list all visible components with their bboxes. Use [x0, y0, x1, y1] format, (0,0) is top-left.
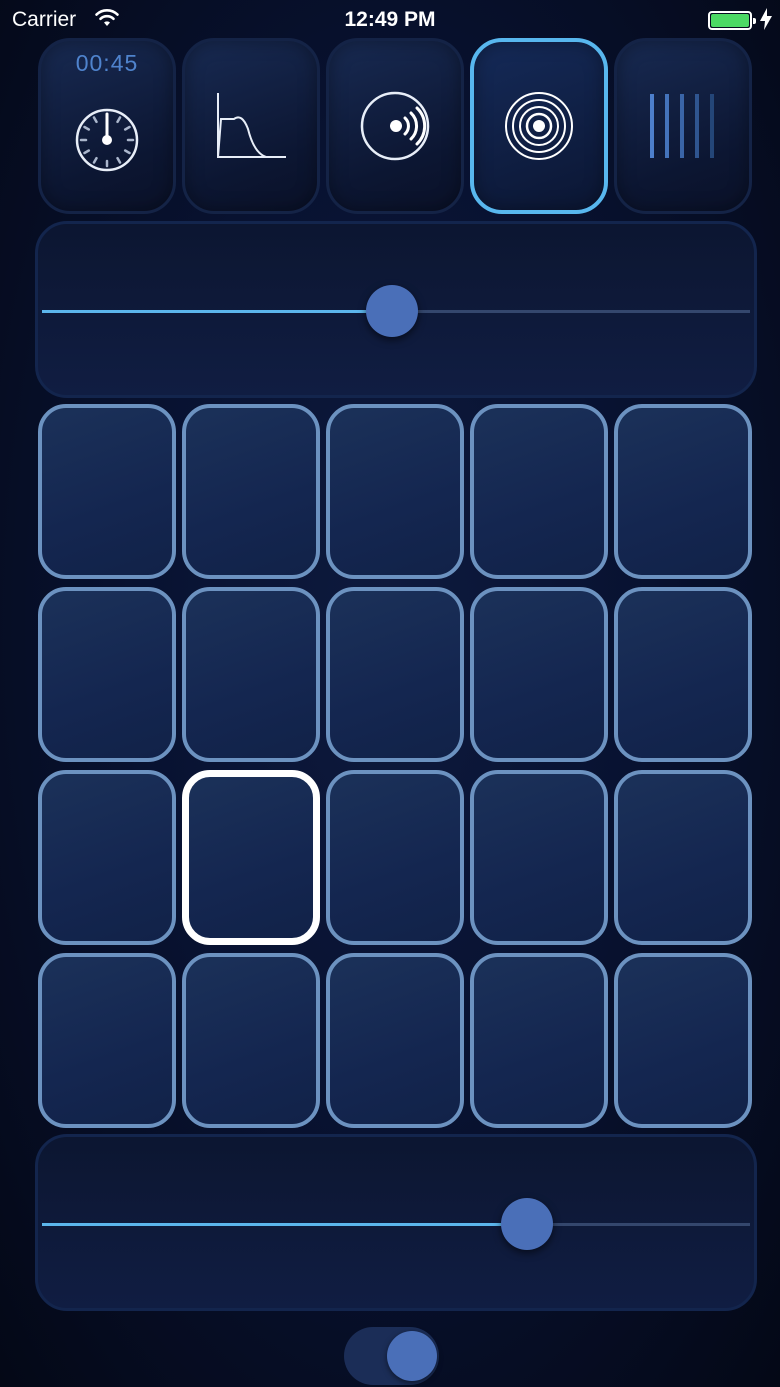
- status-bar: Carrier 12:49 PM: [0, 0, 780, 40]
- vertical-bars-icon: [650, 94, 714, 158]
- mode-button-bars[interactable]: [614, 38, 752, 214]
- stopwatch-icon: [75, 108, 139, 171]
- top-slider-panel: [35, 221, 757, 398]
- pad-r4-c5[interactable]: [614, 953, 752, 1128]
- pad-r2-c2[interactable]: [182, 587, 320, 762]
- toggle-switch[interactable]: [344, 1327, 439, 1385]
- mode-selector: 00:45: [38, 38, 754, 216]
- mode-button-target[interactable]: [470, 38, 608, 214]
- pad-r4-c2[interactable]: [182, 953, 320, 1128]
- pad-r2-c4[interactable]: [470, 587, 608, 762]
- pad-r3-c3[interactable]: [326, 770, 464, 945]
- charging-bolt-icon: [760, 8, 772, 30]
- sound-waves-icon: [360, 91, 430, 161]
- status-time: 12:49 PM: [344, 8, 436, 31]
- pad-r3-c2[interactable]: [182, 770, 320, 945]
- toggle-knob: [387, 1331, 437, 1381]
- screen: Carrier 12:49 PM 00:45: [0, 0, 780, 1387]
- pad-r1-c1[interactable]: [38, 404, 176, 579]
- pad-r4-c1[interactable]: [38, 953, 176, 1128]
- pad-grid: [38, 404, 752, 1128]
- pad-r3-c4[interactable]: [470, 770, 608, 945]
- pad-r1-c5[interactable]: [614, 404, 752, 579]
- pad-r3-c1[interactable]: [38, 770, 176, 945]
- bottom-slider-fill: [42, 1223, 527, 1226]
- battery-icon: [708, 11, 756, 30]
- pad-r1-c2[interactable]: [182, 404, 320, 579]
- pad-r3-c5[interactable]: [614, 770, 752, 945]
- concentric-rings-icon: [505, 92, 573, 160]
- envelope-curve-icon: [217, 93, 286, 158]
- top-slider-fill: [42, 310, 393, 313]
- bottom-slider-track[interactable]: [42, 1198, 750, 1250]
- top-slider-track[interactable]: [42, 285, 750, 337]
- bottom-slider-panel: [35, 1134, 757, 1311]
- timer-readout: 00:45: [75, 50, 139, 76]
- bottom-slider-thumb[interactable]: [500, 1198, 553, 1250]
- pad-r1-c4[interactable]: [470, 404, 608, 579]
- mode-button-timer[interactable]: 00:45: [38, 38, 176, 214]
- pad-r4-c4[interactable]: [470, 953, 608, 1128]
- mode-button-broadcast[interactable]: [326, 38, 464, 214]
- pad-r1-c3[interactable]: [326, 404, 464, 579]
- mode-button-envelope[interactable]: [182, 38, 320, 214]
- pad-r4-c3[interactable]: [326, 953, 464, 1128]
- top-slider-thumb[interactable]: [366, 285, 419, 337]
- pad-r2-c5[interactable]: [614, 587, 752, 762]
- pad-r2-c3[interactable]: [326, 587, 464, 762]
- pad-r2-c1[interactable]: [38, 587, 176, 762]
